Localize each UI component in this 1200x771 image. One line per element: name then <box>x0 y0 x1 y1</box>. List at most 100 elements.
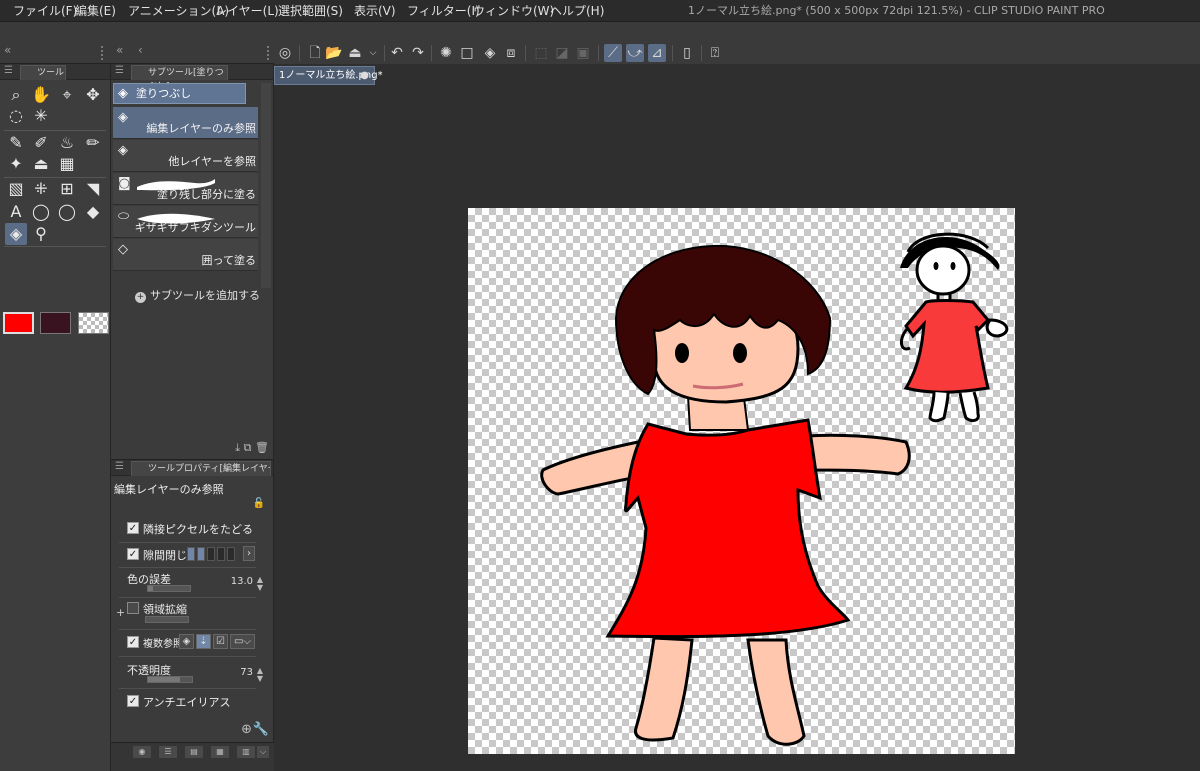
grip-handle-2[interactable] <box>267 46 269 60</box>
add-subtool-button[interactable]: + サブツールを追加する <box>135 287 260 303</box>
gradient-icon[interactable]: ▧ <box>5 178 27 200</box>
multi-reference-row[interactable]: ✓ 複数参照 ◈ ⇣ ☑ ▭⌵ <box>123 631 263 653</box>
close-gap-row[interactable]: ✓ 隙間閉じ › <box>123 543 263 565</box>
gap-level-5[interactable] <box>227 547 235 561</box>
reference-layer-icon[interactable]: ⇣ <box>196 634 211 649</box>
reset-icon[interactable]: ⊕ <box>241 722 252 737</box>
gap-level-1[interactable] <box>187 547 195 561</box>
gap-level-2[interactable] <box>197 547 205 561</box>
menu-window[interactable]: ウィンドウ(W) <box>473 0 554 22</box>
invert-selection-icon[interactable]: ◪ <box>553 44 571 62</box>
folder-dropdown-icon[interactable]: ▭⌵ <box>230 634 255 649</box>
transform-icon[interactable]: ⧈ <box>502 44 520 62</box>
checkbox-icon[interactable]: ☑ <box>213 634 228 649</box>
snap-grid-icon[interactable]: ⊿ <box>648 44 666 62</box>
area-scaling-slider[interactable] <box>145 616 189 623</box>
chevron-down-icon[interactable]: ⌵ <box>364 44 382 62</box>
menu-view[interactable]: 表示(V) <box>354 0 396 22</box>
undo-icon[interactable]: ↶ <box>388 44 406 62</box>
grip-handle[interactable] <box>101 46 103 60</box>
chevron-left-icon[interactable]: ‹ <box>138 43 143 57</box>
subtool-item[interactable]: ◈ 他レイヤーを参照 <box>113 140 258 172</box>
move-icon[interactable]: ✥ <box>82 84 104 106</box>
zoom-icon[interactable]: ⌕ <box>5 84 27 106</box>
subtool-item[interactable]: ◈ 編集レイヤーのみ参照 <box>113 107 258 139</box>
multi-reference-checkbox[interactable]: ✓ <box>127 636 139 648</box>
redo-icon[interactable]: ↷ <box>409 44 427 62</box>
stamp-icon[interactable]: ⏏ <box>30 153 52 175</box>
clear-icon[interactable]: □ <box>458 44 476 62</box>
pen-icon[interactable]: ✎ <box>5 132 27 154</box>
blend-icon[interactable]: ▦ <box>56 153 78 175</box>
brush-icon[interactable]: ✏ <box>82 132 104 154</box>
hand-icon[interactable]: ✋ <box>30 84 52 106</box>
opacity-value[interactable]: 73 <box>240 667 253 678</box>
panel-menu-icon[interactable]: ☰ <box>115 461 124 472</box>
ruler-icon[interactable]: ◥ <box>82 178 104 200</box>
lock-icon[interactable]: 🔓 <box>253 498 265 509</box>
menu-edit[interactable]: 編集(E) <box>75 0 116 22</box>
area-scaling-checkbox[interactable] <box>127 602 139 614</box>
transparent-color-swatch[interactable] <box>78 312 109 334</box>
new-file-icon[interactable]: 🗋 <box>306 44 324 62</box>
opacity-slider[interactable] <box>147 676 193 683</box>
sub-color-swatch[interactable] <box>40 312 71 334</box>
menu-file[interactable]: ファイル(F) <box>13 0 77 22</box>
trash-icon[interactable]: 🗑 <box>255 441 269 454</box>
export-icon[interactable]: ⤓ <box>235 441 240 454</box>
menu-animation[interactable]: アニメーション(A) <box>128 0 229 22</box>
lasso-icon[interactable]: ◌ <box>5 105 27 127</box>
pencil-icon[interactable]: ✐ <box>30 132 52 154</box>
tolerance-slider[interactable] <box>147 585 191 592</box>
magic-wand-icon[interactable]: ✳ <box>30 105 52 127</box>
adjacent-pixels-row[interactable]: ✓ 隣接ピクセルをたどる <box>123 517 263 539</box>
wrench-icon[interactable]: 🔧 <box>253 722 269 737</box>
text-icon[interactable]: A <box>5 201 27 223</box>
decoration-icon[interactable]: ✦ <box>5 153 27 175</box>
tab-tool-property[interactable]: ツールプロパティ[編集レイヤーのみ <box>131 461 271 476</box>
save-icon[interactable]: ⏏ <box>346 44 364 62</box>
subtool-item[interactable]: ◇ 囲って塗る <box>113 239 258 271</box>
balloon-tail-icon[interactable]: ◯ <box>56 201 78 223</box>
fill-icon[interactable]: ◈ <box>5 223 27 245</box>
help-icon[interactable]: ⍰ <box>706 44 724 62</box>
duplicate-icon[interactable]: ⧉ <box>244 441 252 454</box>
deselect-icon[interactable]: ⬚ <box>532 44 550 62</box>
snap-ruler-icon[interactable]: ⟋ <box>604 44 622 62</box>
layers-icon[interactable]: ◈ <box>179 634 194 649</box>
subtool-scrollbar[interactable] <box>261 83 271 288</box>
spinner-icon[interactable]: ▲ ▼ <box>257 667 263 683</box>
color-tolerance-row[interactable]: 色の誤差 13.0 ▲ ▼ <box>123 567 263 595</box>
chevron-down-icon[interactable]: ⌵ <box>257 746 269 758</box>
gap-level-3[interactable] <box>207 547 215 561</box>
panel-menu-icon[interactable]: ☰ <box>115 65 124 76</box>
animation-tab-icon[interactable]: ▥ <box>237 746 255 758</box>
gap-level-4[interactable] <box>217 547 225 561</box>
close-gap-checkbox[interactable]: ✓ <box>127 548 139 560</box>
opacity-row[interactable]: 不透明度 73 ▲ ▼ <box>123 658 263 686</box>
adjacent-checkbox[interactable]: ✓ <box>127 522 139 534</box>
panel-menu-icon[interactable]: ☰ <box>4 65 13 76</box>
eraser-icon[interactable]: ◆ <box>82 201 104 223</box>
open-file-icon[interactable]: 📂 <box>325 44 343 62</box>
frame-icon[interactable]: ⊞ <box>56 178 78 200</box>
menu-selection[interactable]: 選択範囲(S) <box>278 0 343 22</box>
antialias-row[interactable]: ✓ アンチエイリアス <box>123 690 263 712</box>
tolerance-value[interactable]: 13.0 <box>231 576 253 587</box>
eyedropper-icon[interactable]: ⚲ <box>30 223 52 245</box>
tab-subtool[interactable]: サブツール[塗りつぶし] <box>131 65 228 92</box>
collapse-left-icon[interactable]: « <box>4 43 11 57</box>
figure-icon[interactable]: ⁜ <box>30 178 52 200</box>
drawing-canvas[interactable] <box>468 208 1015 754</box>
subtool-item[interactable]: ⬭ ギザギザフキダシツール <box>113 206 258 238</box>
spinner-icon[interactable]: ▲ ▼ <box>257 576 263 592</box>
navigator-tab-icon[interactable]: ◉ <box>133 746 151 758</box>
layer-property-tab-icon[interactable]: ☰ <box>159 746 177 758</box>
layer-tab-icon[interactable]: ▤ <box>185 746 203 758</box>
subtool-item[interactable]: ◙ 塗り残し部分に塗る <box>113 173 258 205</box>
tab-tool[interactable]: ツール <box>20 65 66 80</box>
modified-dot-icon[interactable]: ● <box>360 67 369 84</box>
area-scaling-row[interactable]: 領域拡縮 <box>123 597 263 627</box>
selection-border-icon[interactable]: ▣ <box>574 44 592 62</box>
menu-filter[interactable]: フィルター(I) <box>407 0 480 22</box>
